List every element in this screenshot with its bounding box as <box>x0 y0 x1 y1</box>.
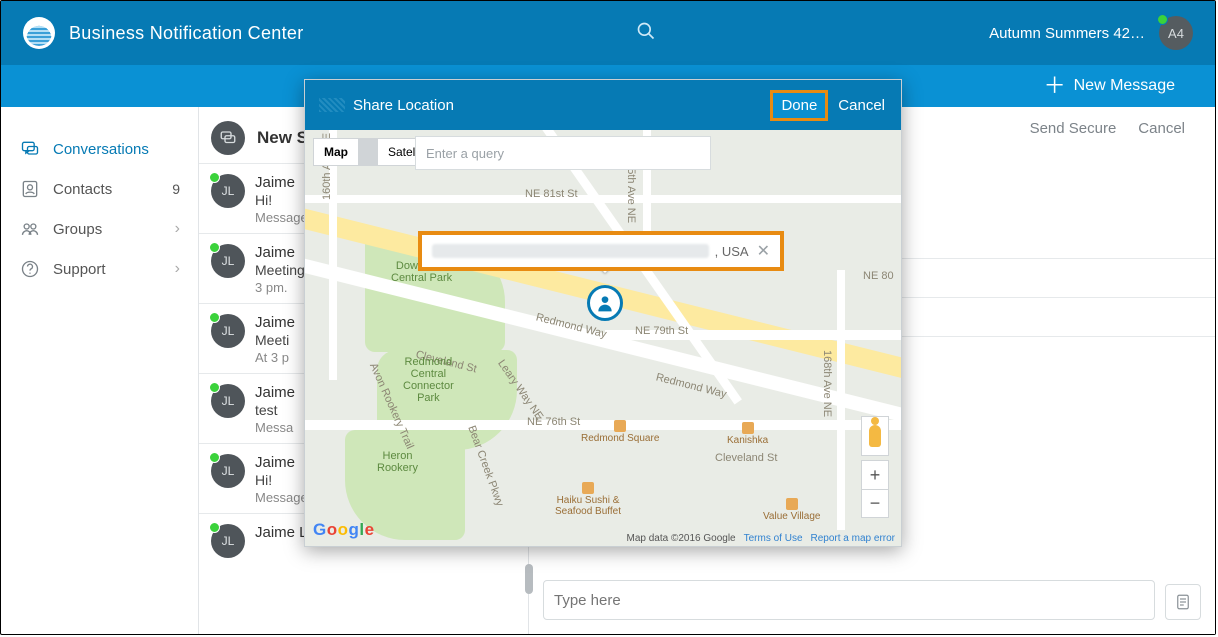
avatar: JL <box>211 314 245 348</box>
google-logo: Google <box>313 520 375 540</box>
modal-header: Share Location Done Cancel <box>305 80 901 130</box>
address-tooltip: , USA ✕ <box>418 231 784 271</box>
map-type-map[interactable]: Map <box>314 139 358 165</box>
new-message-button[interactable]: ＋ New Message <box>1044 77 1175 95</box>
conversation-header-title: New S <box>257 128 308 148</box>
search-icon[interactable] <box>636 21 656 46</box>
sidebar-item-label: Conversations <box>53 141 149 158</box>
compose-input[interactable] <box>554 592 1144 609</box>
sidebar-item-label: Groups <box>53 221 102 238</box>
pegman-icon[interactable] <box>861 416 889 456</box>
drag-grip-icon[interactable] <box>319 98 345 112</box>
app-header: Business Notification Center Autumn Summ… <box>1 1 1215 65</box>
avatar: JL <box>211 174 245 208</box>
new-message-label: New Message <box>1074 77 1175 95</box>
modal-cancel-button[interactable]: Cancel <box>836 93 887 118</box>
user-display-name[interactable]: Autumn Summers 42… <box>989 25 1145 42</box>
modal-title: Share Location <box>353 97 454 114</box>
conversation-name: Jaime <box>255 454 295 471</box>
conversation-name: Jaime <box>255 244 295 261</box>
sidebar-item-label: Support <box>53 261 106 278</box>
app-title: Business Notification Center <box>69 23 304 44</box>
user-avatar[interactable]: A4 <box>1159 16 1193 50</box>
sidebar-item-support[interactable]: Support › <box>1 249 198 289</box>
report-error-link[interactable]: Report a map error <box>811 533 895 544</box>
map-credits: Map data ©2016 Google Terms of Use Repor… <box>626 533 895 544</box>
compose-input-wrapper <box>543 580 1155 620</box>
conversation-header-icon <box>211 121 245 155</box>
map-query-input[interactable]: Enter a query <box>415 136 711 170</box>
sidebar-item-groups[interactable]: Groups › <box>1 209 198 249</box>
location-marker-icon[interactable] <box>587 285 623 321</box>
zoom-controls: + − <box>861 460 889 518</box>
contacts-count: 9 <box>172 181 180 197</box>
zoom-in-button[interactable]: + <box>862 461 888 489</box>
sidebar-item-contacts[interactable]: Contacts 9 <box>1 169 198 209</box>
document-icon <box>1174 593 1192 611</box>
zoom-out-button[interactable]: − <box>862 489 888 517</box>
share-location-modal: Share Location Done Cancel 160 <box>304 79 902 547</box>
sidebar-item-label: Contacts <box>53 181 112 198</box>
done-button[interactable]: Done <box>770 90 828 121</box>
map-viewport[interactable]: 160th Ave NE NE 81st St 165th Ave NE NE … <box>305 130 901 546</box>
avatar: JL <box>211 244 245 278</box>
send-secure-button[interactable]: Send Secure <box>1030 120 1117 137</box>
avatar: JL <box>211 454 245 488</box>
terms-link[interactable]: Terms of Use <box>744 533 803 544</box>
attach-button[interactable] <box>1165 584 1201 620</box>
conversation-name: Jaime <box>255 314 295 331</box>
avatar: JL <box>211 384 245 418</box>
sidebar: Conversations Contacts 9 Groups › Suppor… <box>1 107 199 634</box>
conversation-name: Jaime <box>255 384 295 401</box>
chevron-right-icon: › <box>175 220 180 238</box>
map-background: 160th Ave NE NE 81st St 165th Ave NE NE … <box>305 130 901 546</box>
conversations-icon <box>19 139 41 159</box>
cancel-button[interactable]: Cancel <box>1138 120 1185 137</box>
conversation-name: Jaime <box>255 174 295 191</box>
groups-icon <box>19 219 41 239</box>
map-query-placeholder: Enter a query <box>426 146 504 161</box>
chevron-right-icon: › <box>175 260 180 278</box>
scrollbar-thumb[interactable] <box>525 564 533 594</box>
avatar: JL <box>211 524 245 558</box>
close-icon[interactable]: ✕ <box>757 241 770 261</box>
brand-logo-icon <box>23 17 55 49</box>
sidebar-item-conversations[interactable]: Conversations <box>1 129 198 169</box>
support-icon <box>19 259 41 279</box>
address-redacted <box>432 244 709 258</box>
address-suffix: , USA <box>715 244 749 259</box>
contacts-icon <box>19 179 41 199</box>
